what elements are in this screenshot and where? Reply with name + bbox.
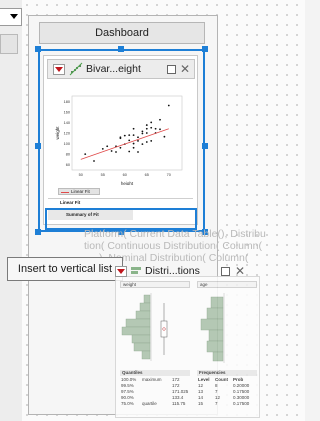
quantiles-title: Quantiles [122, 370, 143, 375]
resize-handle-e[interactable] [202, 143, 208, 149]
quantile-cell: 99.5% [121, 383, 134, 388]
distributions-checkbox [221, 267, 230, 276]
resize-handle-n[interactable] [118, 46, 124, 52]
quantile-cell: 171.025 [172, 389, 189, 394]
quantile-cell: 115.75 [172, 401, 186, 406]
distribution-platform-icon [131, 267, 141, 274]
frequencies-header: Frequencies [197, 370, 257, 376]
frequency-cell: 7 [215, 401, 218, 406]
ghost-script-line-2: tion( Continuous Distribution( Column( [84, 240, 262, 252]
ghost-script-line-1: Platform( Current Data Table(), Distribu [84, 228, 266, 240]
resize-handle-ne[interactable] [202, 46, 208, 52]
close-icon: ✕ [235, 264, 246, 278]
weight-header-label: weight [123, 282, 137, 287]
frequency-cell: 15 [198, 401, 204, 406]
selection-box[interactable] [38, 49, 205, 232]
dashboard-title: Dashboard [39, 22, 205, 44]
frequency-cell: 0.20000 [233, 383, 250, 388]
quantile-cell: 90.0% [121, 395, 134, 400]
frequencies-title: Frequencies [199, 370, 226, 375]
frequency-cell: 12 [198, 383, 204, 388]
resize-handle-sw[interactable] [35, 229, 41, 235]
frequency-cell: 7 [215, 389, 218, 394]
chevron-down-icon[interactable] [10, 14, 18, 19]
quantile-cell: 97.5% [121, 389, 134, 394]
weight-header: weight [120, 281, 190, 288]
quantile-row: 75.0% quartile 115.75 [120, 401, 190, 407]
insert-tooltip: Insert to vertical list [7, 257, 123, 281]
quantiles-header: Quantiles [120, 370, 190, 376]
age-header-label: age [200, 282, 208, 287]
frequency-cell: 0.17500 [233, 389, 250, 394]
quantile-cell: maximum [142, 377, 162, 382]
dropdown-combo[interactable] [0, 8, 22, 26]
frequency-column-header: Prob [233, 377, 244, 382]
weight-histogram [121, 293, 168, 361]
distributions-title: Distri...tions [145, 265, 200, 277]
age-header: age [197, 281, 257, 288]
frequency-cell: 13 [198, 389, 204, 394]
frequency-cell: 14 [198, 395, 204, 400]
distributions-preview: weight age Quantiles 100.0% maximum 172 … [115, 276, 260, 418]
frequency-row: 15 7 0.17500 [197, 401, 257, 407]
quantile-cell: 100.0% [121, 377, 137, 382]
resize-handle-nw[interactable] [35, 46, 41, 52]
quantile-cell: 172 [172, 383, 180, 388]
resize-handle-w[interactable] [35, 143, 41, 149]
left-pane [0, 0, 23, 421]
quantile-cell: 133.4 [172, 395, 184, 400]
frequency-column-header: Level [198, 377, 210, 382]
quantile-cell: 75.0% [121, 401, 134, 406]
age-histogram [200, 293, 225, 363]
frequency-column-header: Count [215, 377, 228, 382]
frequency-cell: 12 [215, 395, 221, 400]
distributions-header: Distri...tions ✕ [115, 265, 250, 279]
quantile-cell: 172 [172, 377, 180, 382]
quantile-cell: quartile [142, 401, 157, 406]
frequency-cell: 0.30000 [233, 395, 250, 400]
frequency-cell: 0.17500 [233, 401, 250, 406]
left-pane-item[interactable] [0, 34, 18, 54]
red-triangle-menu-icon [115, 266, 127, 277]
frequency-cell: 8 [215, 383, 218, 388]
